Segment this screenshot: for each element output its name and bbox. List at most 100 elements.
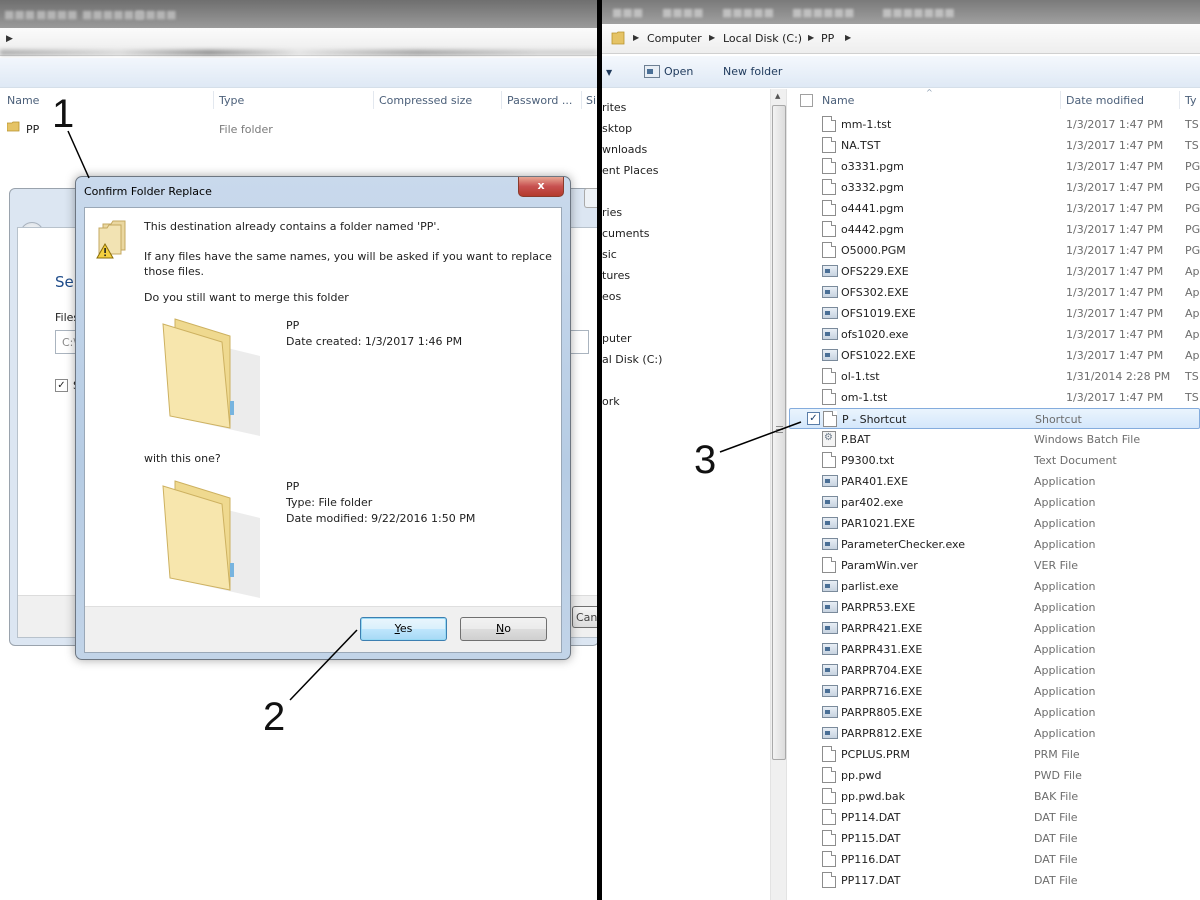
table-row[interactable]: ofs1020.exe 1/3/2017 1:47 PM Ap	[789, 324, 1200, 345]
nav-item[interactable]: puter	[602, 332, 632, 345]
table-row[interactable]: par402.exe Application	[789, 492, 1200, 513]
list-item[interactable]: PP File folder	[0, 118, 597, 140]
nav-item[interactable]: eos	[602, 290, 621, 303]
file-name: PP115.DAT	[841, 832, 901, 845]
column-header-size[interactable]: Si	[586, 94, 596, 107]
table-row[interactable]: PARPR805.EXE Application	[789, 702, 1200, 723]
table-row[interactable]: o4441.pgm 1/3/2017 1:47 PM PG	[789, 198, 1200, 219]
file-name: O5000.PGM	[841, 244, 906, 257]
file-date-modified: 1/3/2017 1:47 PM	[1066, 202, 1164, 215]
chevron-right-icon[interactable]: ▶	[845, 33, 851, 42]
nav-item[interactable]: ries	[602, 206, 622, 219]
yes-button[interactable]: Yes	[360, 617, 447, 641]
navigation-scrollbar[interactable]: ▲	[770, 89, 787, 900]
address-bar[interactable]: ▶ Computer ▶ Local Disk (C:) ▶ PP ▶	[602, 24, 1200, 54]
table-row[interactable]: P9300.txt Text Document	[789, 450, 1200, 471]
table-row[interactable]: PARPR421.EXE Application	[789, 618, 1200, 639]
chevron-down-icon[interactable]: ▼	[606, 68, 612, 77]
table-row[interactable]: OFS302.EXE 1/3/2017 1:47 PM Ap	[789, 282, 1200, 303]
application-icon	[822, 622, 838, 634]
dialog-close-button[interactable]: x	[518, 177, 564, 197]
destination-folder-name: PP	[286, 480, 300, 493]
column-header-password[interactable]: Password ...	[507, 94, 572, 107]
breadcrumb-local-disk[interactable]: Local Disk (C:)	[723, 32, 802, 45]
table-row[interactable]: PARPR812.EXE Application	[789, 723, 1200, 744]
table-row[interactable]: PARPR704.EXE Application	[789, 660, 1200, 681]
table-row[interactable]: OFS1019.EXE 1/3/2017 1:47 PM Ap	[789, 303, 1200, 324]
table-row-selected[interactable]: ✓ P - Shortcut Shortcut	[789, 408, 1200, 429]
file-type: Application	[1034, 601, 1096, 614]
scrollbar-thumb[interactable]	[772, 105, 786, 760]
nav-item[interactable]: tures	[602, 269, 630, 282]
breadcrumb-pp[interactable]: PP	[821, 32, 834, 45]
left-explorer-pane: ■■■ ■■■■ ■■■■■■ ■■■■ ▶ Name Type Compressed…	[0, 0, 597, 900]
file-type: PRM File	[1034, 748, 1080, 761]
nav-item[interactable]: sktop	[602, 122, 632, 135]
no-button[interactable]: No	[460, 617, 547, 641]
column-header-type[interactable]: Type	[219, 94, 244, 107]
chevron-right-icon[interactable]: ▶	[709, 33, 715, 42]
table-row[interactable]: OFS1022.EXE 1/3/2017 1:47 PM Ap	[789, 345, 1200, 366]
column-header-name[interactable]: Name	[7, 94, 39, 107]
table-row[interactable]: mm-1.tst 1/3/2017 1:47 PM TS	[789, 114, 1200, 135]
table-row[interactable]: PARPR716.EXE Application	[789, 681, 1200, 702]
table-row[interactable]: o3331.pgm 1/3/2017 1:47 PM PG	[789, 156, 1200, 177]
table-row[interactable]: ParameterChecker.exe Application	[789, 534, 1200, 555]
address-bar[interactable]: ▶	[0, 28, 597, 56]
document-icon	[822, 746, 836, 762]
wizard-close-button-edge[interactable]	[584, 188, 597, 208]
table-row[interactable]: PP116.DAT DAT File	[789, 849, 1200, 870]
file-name: mm-1.tst	[841, 118, 892, 131]
column-header-compressed-size[interactable]: Compressed size	[379, 94, 472, 107]
table-row[interactable]: ol-1.tst 1/31/2014 2:28 PM TS	[789, 366, 1200, 387]
table-row[interactable]: pp.pwd PWD File	[789, 765, 1200, 786]
application-icon	[822, 685, 838, 697]
show-files-checkbox[interactable]: ✓	[55, 379, 68, 392]
wizard-cancel-button[interactable]: Cance	[572, 606, 597, 628]
scroll-up-arrow-icon[interactable]: ▲	[775, 92, 780, 100]
table-row[interactable]: NA.TST 1/3/2017 1:47 PM TS	[789, 135, 1200, 156]
nav-item[interactable]: ent Places	[602, 164, 659, 177]
nav-item[interactable]: rites	[602, 101, 626, 114]
table-row[interactable]: PARPR53.EXE Application	[789, 597, 1200, 618]
table-row[interactable]: om-1.tst 1/3/2017 1:47 PM TS	[789, 387, 1200, 408]
table-row[interactable]: ParamWin.ver VER File	[789, 555, 1200, 576]
file-type: TS	[1185, 139, 1199, 152]
file-name: par402.exe	[841, 496, 904, 509]
table-row[interactable]: PP115.DAT DAT File	[789, 828, 1200, 849]
table-row[interactable]: pp.pwd.bak BAK File	[789, 786, 1200, 807]
open-button[interactable]: Open	[664, 65, 693, 78]
file-name: PARPR716.EXE	[841, 685, 923, 698]
file-date-modified: 1/3/2017 1:47 PM	[1066, 160, 1164, 173]
table-row[interactable]: PARPR431.EXE Application	[789, 639, 1200, 660]
table-row[interactable]: P.BAT Windows Batch File	[789, 429, 1200, 450]
table-row[interactable]: o3332.pgm 1/3/2017 1:47 PM PG	[789, 177, 1200, 198]
table-row[interactable]: PCPLUS.PRM PRM File	[789, 744, 1200, 765]
nav-item[interactable]: cuments	[602, 227, 650, 240]
batch-file-icon	[822, 431, 836, 447]
table-row[interactable]: OFS229.EXE 1/3/2017 1:47 PM Ap	[789, 261, 1200, 282]
table-row[interactable]: PAR1021.EXE Application	[789, 513, 1200, 534]
table-row[interactable]: O5000.PGM 1/3/2017 1:47 PM PG	[789, 240, 1200, 261]
dialog-body: This destination already contains a fold…	[84, 207, 562, 653]
table-row[interactable]: PP117.DAT DAT File	[789, 870, 1200, 891]
file-name: o4442.pgm	[841, 223, 904, 236]
table-row[interactable]: parlist.exe Application	[789, 576, 1200, 597]
row-checkbox[interactable]: ✓	[807, 412, 820, 425]
column-header-type[interactable]: Ty	[1185, 89, 1197, 111]
nav-item[interactable]: ork	[602, 395, 620, 408]
table-row[interactable]: PAR401.EXE Application	[789, 471, 1200, 492]
chevron-right-icon[interactable]: ▶	[808, 33, 814, 42]
breadcrumb-computer[interactable]: Computer	[647, 32, 702, 45]
nav-item[interactable]: wnloads	[602, 143, 647, 156]
file-date-modified: 1/3/2017 1:47 PM	[1066, 223, 1164, 236]
chevron-right-icon[interactable]: ▶	[633, 33, 639, 42]
new-folder-button[interactable]: New folder	[723, 65, 782, 78]
nav-item[interactable]: al Disk (C:)	[602, 353, 662, 366]
column-header-name[interactable]: Name	[822, 89, 854, 111]
select-all-checkbox[interactable]	[800, 94, 813, 107]
nav-item[interactable]: sic	[602, 248, 617, 261]
table-row[interactable]: o4442.pgm 1/3/2017 1:47 PM PG	[789, 219, 1200, 240]
column-header-date-modified[interactable]: Date modified	[1066, 89, 1144, 111]
table-row[interactable]: PP114.DAT DAT File	[789, 807, 1200, 828]
